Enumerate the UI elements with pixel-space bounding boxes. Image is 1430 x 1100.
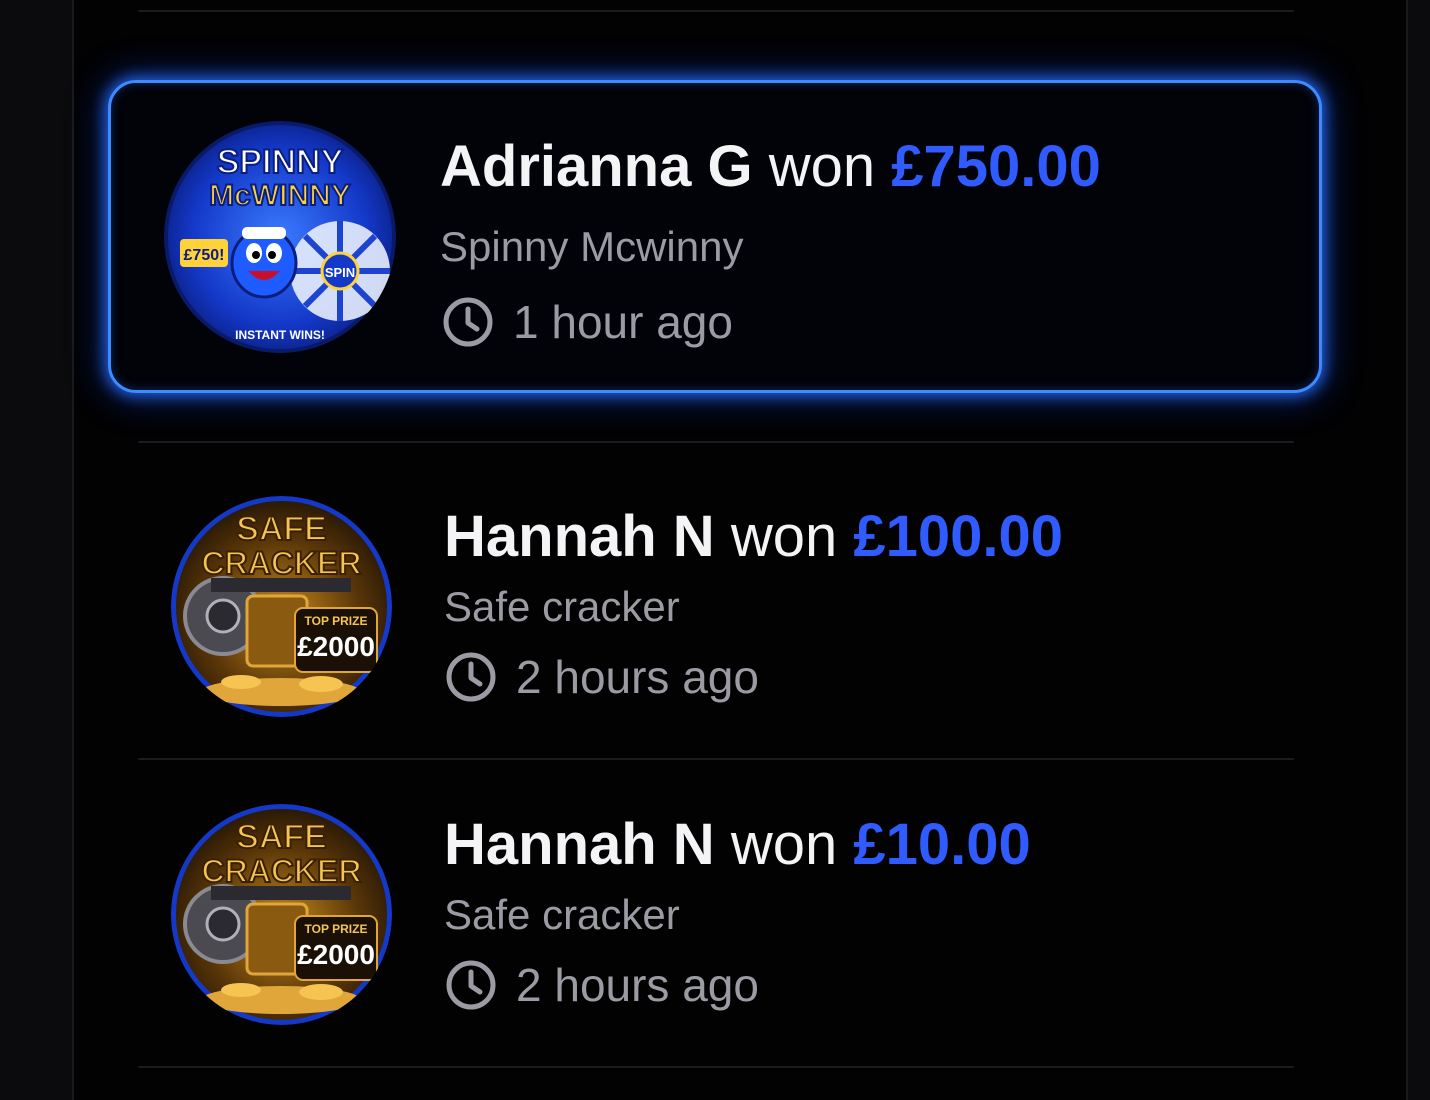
divider (138, 758, 1294, 760)
spin-text: SPIN (325, 265, 355, 280)
top-prize-label: TOP PRIZE (305, 614, 368, 628)
clock-icon (443, 297, 493, 347)
win-title: Hannah N won £10.00 (444, 816, 1031, 874)
winner-name: Adrianna G (440, 134, 753, 199)
spinny-mcwinny-thumbnail[interactable]: SPIN £750! SPINNY McWINNY INSTANT WINS! (164, 121, 396, 353)
safe-cracker-thumbnail[interactable]: TOP PRIZE £2000 SAFE CRACKER (171, 804, 392, 1025)
spinny-title-text: SPINNY (217, 143, 344, 181)
win-time: 1 hour ago (441, 295, 733, 349)
cracker-title-text: CRACKER (202, 545, 362, 581)
safe-title-text: SAFE (236, 818, 327, 856)
won-label: won (730, 812, 838, 877)
badge-text: £750! (184, 247, 225, 264)
game-name[interactable]: Safe cracker (444, 586, 680, 628)
top-prize-label: TOP PRIZE (305, 922, 368, 936)
winner-name: Hannah N (444, 504, 715, 569)
safe-cracker-thumbnail[interactable]: TOP PRIZE £2000 SAFE CRACKER (171, 496, 392, 717)
clock-icon (446, 652, 496, 702)
top-prize-value: £2000 (297, 631, 375, 662)
instant-wins-text: INSTANT WINS! (235, 328, 325, 342)
game-name[interactable]: Spinny Mcwinny (440, 226, 743, 268)
divider (138, 10, 1294, 12)
clock-icon (446, 960, 496, 1010)
win-title: Hannah N won £100.00 (444, 508, 1063, 566)
win-title: Adrianna G won £750.00 (440, 138, 1101, 196)
winner-name: Hannah N (444, 812, 715, 877)
time-text: 2 hours ago (516, 651, 759, 703)
mcwinny-title-text: McWINNY (209, 179, 351, 212)
time-text: 2 hours ago (516, 959, 759, 1011)
won-label: won (768, 134, 876, 199)
win-amount: £750.00 (891, 134, 1101, 199)
win-amount: £100.00 (853, 504, 1063, 569)
time-text: 1 hour ago (513, 296, 733, 348)
won-label: won (730, 504, 838, 569)
divider (138, 1066, 1294, 1068)
win-time: 2 hours ago (444, 650, 759, 704)
win-time: 2 hours ago (444, 958, 759, 1012)
divider (138, 441, 1294, 443)
game-name[interactable]: Safe cracker (444, 894, 680, 936)
top-prize-value: £2000 (297, 939, 375, 970)
cracker-title-text: CRACKER (202, 853, 362, 889)
recent-wins-page: SPIN £750! SPINNY McWINNY INSTANT WINS! … (0, 0, 1430, 1100)
win-amount: £10.00 (853, 812, 1031, 877)
safe-title-text: SAFE (236, 510, 327, 548)
